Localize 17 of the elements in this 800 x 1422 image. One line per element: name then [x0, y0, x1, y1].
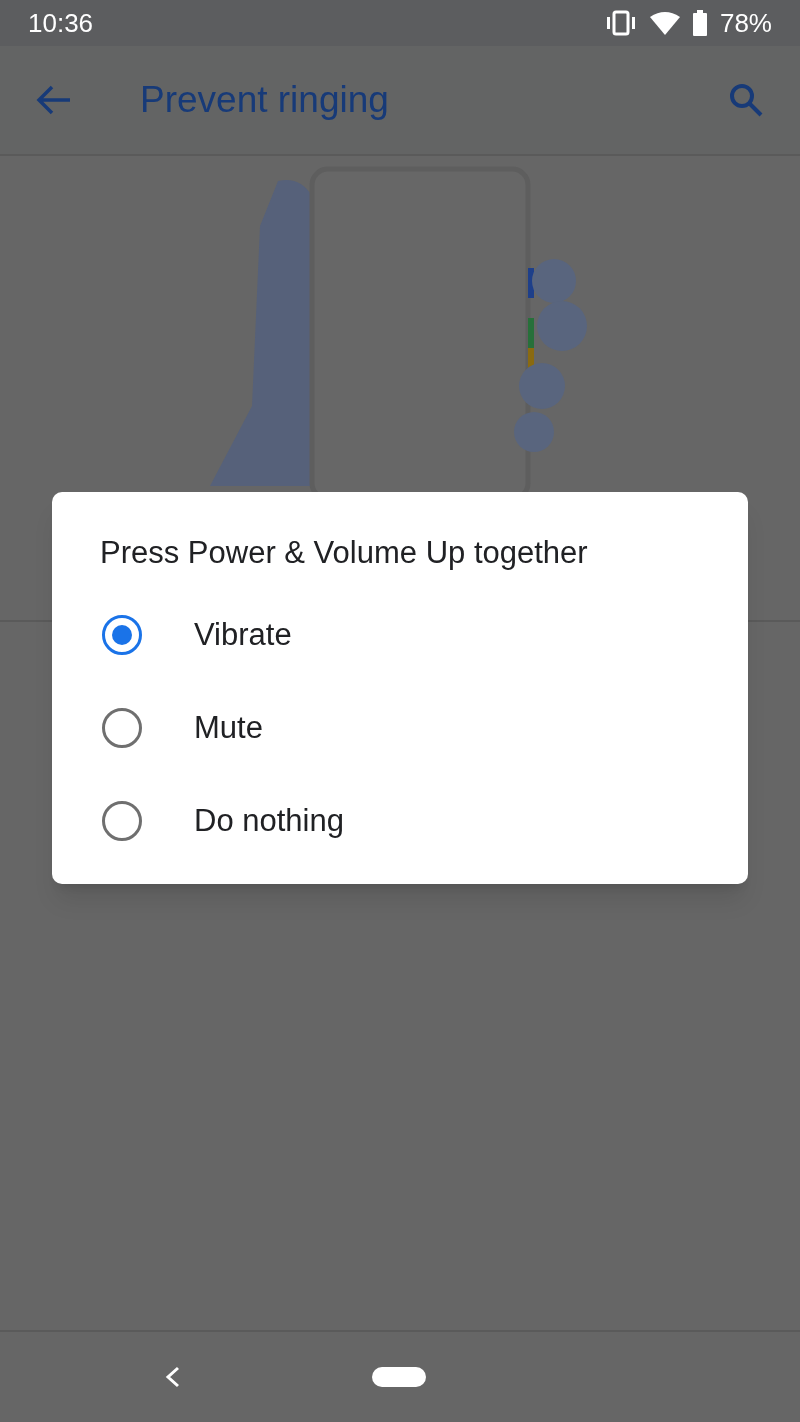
option-label: Vibrate [194, 615, 292, 654]
radio-button[interactable] [102, 801, 142, 841]
screen-title: Prevent ringing [140, 78, 389, 123]
battery-icon [691, 10, 708, 36]
option-label: Mute [194, 708, 263, 747]
back-icon[interactable] [164, 1366, 182, 1388]
radio-button[interactable] [102, 615, 142, 655]
wifi-icon [649, 11, 680, 35]
radio-option[interactable]: Mute [52, 681, 748, 775]
clock-time: 10:36 [28, 6, 94, 40]
radio-option[interactable]: Vibrate [52, 588, 748, 682]
home-pill[interactable] [372, 1367, 426, 1387]
battery-percentage: 78% [719, 6, 772, 40]
radio-option[interactable]: Do nothing [52, 774, 748, 868]
radio-button[interactable] [102, 708, 142, 748]
dialog-title: Press Power & Volume Up together [99, 534, 589, 572]
option-label: Do nothing [194, 801, 344, 840]
